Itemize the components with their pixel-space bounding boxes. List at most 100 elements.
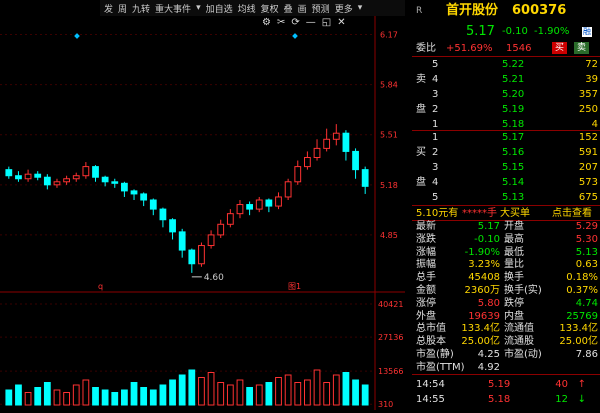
- banner-link[interactable]: 点击查看: [552, 206, 592, 221]
- stat-row: 涨跌 -0.10 最高 5.30: [412, 233, 600, 246]
- toolbar-item-8[interactable]: 叠: [284, 2, 293, 15]
- candle-body: [53, 181, 61, 186]
- toolbar-item-6[interactable]: 均线: [238, 2, 256, 15]
- weibi-value: +51.69%: [446, 43, 493, 54]
- volume-bar: [24, 392, 32, 406]
- close-icon[interactable]: ✕: [337, 17, 345, 31]
- candle-body: [72, 175, 80, 180]
- sell-level-row[interactable]: 2 5.19 250: [412, 102, 600, 117]
- kline-chart[interactable]: 6.17 5.84 5.51 5.18 4.85 40421 27136 13566 310 4.…: [0, 0, 405, 410]
- price-change: -0.10: [502, 26, 528, 37]
- stat-row: 金额 2360万 换手(实) 0.37%: [412, 284, 600, 297]
- stat-label: 跌停: [504, 297, 524, 309]
- buy-level-row[interactable]: 5 5.13 675: [412, 190, 600, 205]
- gear-icon[interactable]: ⚙: [262, 17, 271, 31]
- stat-row: 涨幅 -1.90% 最低 5.13: [412, 246, 600, 259]
- buy-volume: 152: [578, 132, 598, 143]
- stat-label: 内盘: [504, 310, 524, 322]
- toolbar-item-9[interactable]: 画: [298, 2, 307, 15]
- stat-value: 19639: [468, 310, 500, 322]
- big-order-banner[interactable]: 5.10元有 *****手 大买单 点击查看: [412, 206, 600, 221]
- candle-body: [217, 223, 225, 236]
- stat-row: 市盈(静) 4.25 市盈(动) 7.86: [412, 348, 600, 361]
- toolbar-item-7[interactable]: 复权: [261, 2, 279, 15]
- scissors-icon[interactable]: ✂: [277, 17, 285, 31]
- toolbar-item-2[interactable]: 九转: [132, 2, 150, 15]
- volume-bar: [323, 382, 331, 406]
- stat-row: 涨停 5.80 跌停 4.74: [412, 297, 600, 310]
- toolbar-item-12[interactable]: ▾: [358, 3, 363, 13]
- toolbar-item-1[interactable]: 周: [118, 2, 127, 15]
- volume-bar: [15, 384, 22, 406]
- quote-header: R 首开股份 600376: [412, 2, 600, 20]
- volume-bar: [169, 379, 176, 406]
- stat-value: 2360万: [464, 285, 500, 296]
- kline-svg[interactable]: 6.17 5.84 5.51 5.18 4.85 40421 27136 13566 310 4.…: [0, 0, 405, 410]
- volume-bar: [140, 387, 148, 406]
- volume-axis-label: 27136: [378, 333, 403, 342]
- candle-body: [323, 138, 331, 149]
- toolbar-item-4[interactable]: ▾: [196, 3, 201, 13]
- tick-volume: 40: [555, 379, 568, 390]
- buy-volume: 675: [578, 192, 598, 203]
- candle-body: [304, 157, 311, 168]
- volume-bar: [34, 387, 42, 406]
- candle-body: [275, 196, 282, 207]
- stat-label: 总市值: [416, 323, 446, 335]
- price-axis-label: 5.18: [380, 181, 398, 190]
- volume-bar: [342, 372, 350, 406]
- volume-bar: [178, 374, 186, 406]
- toolbar-item-10[interactable]: 预测: [312, 2, 330, 15]
- toolbar-item-0[interactable]: 发: [104, 2, 113, 15]
- buy-level-row[interactable]: 3 5.15 207: [412, 160, 600, 175]
- stat-row: 市盈(TTM) 4.92: [412, 361, 600, 374]
- toolbar-item-11[interactable]: 更多: [335, 2, 353, 15]
- volume-axis-label: 13566: [378, 367, 403, 376]
- chart-toolbar: 发周九转 重大事件 ▾ 加自选 均线 复权叠画预测 更多 ▾: [100, 0, 405, 16]
- sell-volume: 250: [578, 104, 598, 115]
- volume-bar: [332, 374, 340, 406]
- price-change-pct: -1.90%: [534, 26, 570, 37]
- stat-row: 总市值 133.4亿 流通值 133.4亿: [412, 322, 600, 335]
- minus-icon[interactable]: —: [306, 17, 316, 31]
- banner-stars: *****手: [462, 208, 497, 219]
- buy-button[interactable]: 买: [552, 42, 568, 54]
- candle-body: [188, 249, 196, 265]
- volume-axis-label: 310: [378, 400, 393, 409]
- buy-price: 5.13: [502, 192, 525, 203]
- toolbar-item-5[interactable]: 加自选: [206, 2, 233, 15]
- stat-row: 总股本 25.00亿 流通股 25.00亿: [412, 335, 600, 348]
- candle-body: [226, 213, 234, 225]
- last-price: 5.17: [466, 24, 495, 39]
- stat-value: 133.4亿: [559, 323, 598, 335]
- volume-bar: [149, 389, 157, 406]
- buy-level-row[interactable]: 4 5.14 573: [412, 175, 600, 190]
- stat-value: 4.25: [477, 349, 500, 360]
- volume-bar: [275, 377, 282, 406]
- tick-volume: 12: [555, 394, 568, 405]
- stat-value: 5.29: [575, 221, 598, 232]
- buy-level-row[interactable]: 2 5.16 591: [412, 145, 600, 160]
- volume-bar: [236, 379, 244, 406]
- chart-icon-toolbar: ⚙ ✂ ⟳ — ◱ ✕: [262, 17, 346, 31]
- toolbar-item-3[interactable]: 重大事件: [155, 2, 191, 15]
- tick-row: 14:55 5.18 12 ↓: [412, 392, 600, 407]
- sell-button[interactable]: 卖: [574, 42, 590, 54]
- stat-label: 市盈(动): [504, 349, 542, 360]
- stat-value: 3.23%: [468, 259, 500, 271]
- candle-body: [92, 166, 99, 178]
- stat-label: 换手: [504, 272, 524, 284]
- sell-level-row[interactable]: 5 5.22 72: [412, 57, 600, 72]
- buy-level-row[interactable]: 1 5.17 152: [412, 130, 600, 145]
- window-icon[interactable]: ◱: [322, 17, 331, 31]
- sell-level-row[interactable]: 4 5.21 39: [412, 72, 600, 87]
- price-axis-label: 5.84: [380, 81, 398, 90]
- stat-label: 量比: [504, 259, 524, 271]
- buy-price: 5.15: [502, 162, 525, 173]
- price-axis-label: 4.85: [380, 231, 398, 240]
- stat-label: 最低: [504, 246, 524, 258]
- volume-bar: [361, 384, 369, 406]
- refresh-icon[interactable]: ⟳: [291, 17, 299, 31]
- chart-marker: q: [98, 282, 103, 291]
- sell-level-row[interactable]: 3 5.20 357: [412, 87, 600, 102]
